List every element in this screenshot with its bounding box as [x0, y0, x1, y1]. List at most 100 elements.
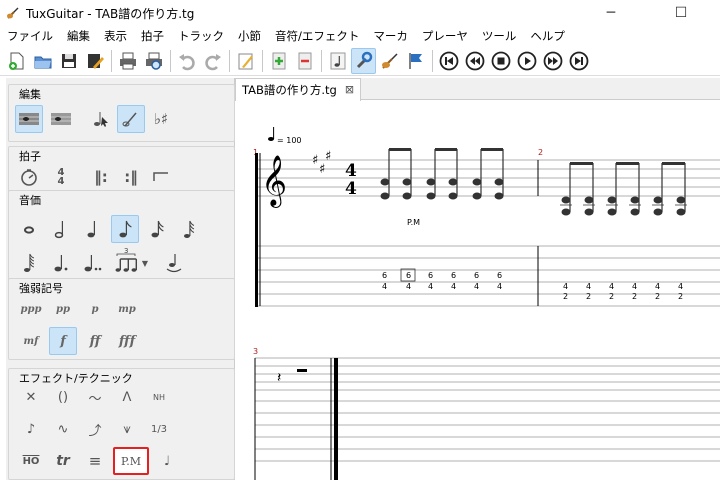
tab-number: 6 — [474, 271, 479, 280]
tab-document[interactable]: TAB譜の作り方.tg ⊠ — [235, 78, 362, 101]
tuplet-dropdown-icon[interactable]: 3 ▼ — [109, 247, 153, 277]
menu-marker[interactable]: マーカ — [366, 26, 415, 46]
quarter-note-icon[interactable] — [79, 215, 107, 243]
tab-number: 4 — [406, 282, 411, 291]
print-preview-icon[interactable] — [141, 48, 166, 74]
flat-sharp-icon[interactable]: ♭♯ — [147, 105, 175, 133]
menu-tools[interactable]: ツール — [475, 26, 524, 46]
next-icon[interactable] — [540, 48, 565, 74]
menu-player[interactable]: プレーヤ — [415, 26, 475, 46]
natural-harmonic-icon[interactable]: NH — [145, 383, 173, 411]
standard-staff-2 — [255, 357, 720, 391]
edit-pen-icon[interactable] — [117, 105, 145, 133]
menu-view[interactable]: 表示 — [97, 26, 134, 46]
select-note-icon[interactable] — [87, 105, 115, 133]
print-icon[interactable] — [115, 48, 140, 74]
edit-mode-icon[interactable] — [233, 48, 258, 74]
score-area[interactable]: = 100 1 2 3 𝄞 ♯ ♯ ♯ 4 4 P.M 6 6 6 6 6 6 … — [235, 101, 720, 480]
tab-number: 4 — [678, 282, 683, 291]
tab-number: 2 — [586, 292, 591, 301]
ghost-note-icon[interactable]: () — [49, 383, 77, 411]
new-file-icon[interactable] — [4, 48, 29, 74]
staccato-icon[interactable]: ♩ — [153, 447, 181, 475]
half-rest-icon — [297, 369, 307, 372]
tie-note-icon[interactable] — [159, 249, 187, 277]
edit-group-title: 編集 — [17, 86, 43, 102]
dynamic-ff[interactable]: ff — [81, 327, 109, 355]
dotted-note-icon[interactable] — [47, 249, 75, 277]
repeat-close-icon[interactable]: :‖ — [117, 163, 145, 191]
menu-composition[interactable]: 拍子 — [134, 26, 171, 46]
menu-track[interactable]: トラック — [171, 26, 231, 46]
score-sheet[interactable]: = 100 1 2 3 𝄞 ♯ ♯ ♯ 4 4 P.M 6 6 6 6 6 6 … — [235, 101, 720, 480]
tab-number: 2 — [678, 292, 683, 301]
note-mode-icon[interactable] — [325, 48, 350, 74]
repeat-open-icon[interactable]: ‖: — [87, 163, 115, 191]
palm-mute-button[interactable]: P.M — [113, 447, 149, 475]
measure-2-notes — [560, 162, 687, 216]
hammer-on-icon[interactable]: HO — [17, 447, 45, 475]
remove-measure-icon[interactable] — [292, 48, 317, 74]
menu-note-effects[interactable]: 音符/エフェクト — [268, 26, 366, 46]
dynamic-fff[interactable]: fff — [113, 327, 141, 355]
tempo-icon[interactable] — [15, 163, 43, 191]
thirty-second-note-icon[interactable] — [175, 215, 203, 243]
grace-note-icon[interactable]: ♪ — [17, 415, 45, 443]
dynamic-f[interactable]: f — [49, 327, 77, 355]
save-file-icon[interactable] — [56, 48, 81, 74]
tremolo-picking-icon[interactable]: ≡ — [81, 447, 109, 475]
dynamic-ppp[interactable]: ppp — [17, 295, 45, 323]
redo-icon[interactable] — [200, 48, 225, 74]
settings-icon[interactable] — [351, 47, 376, 74]
flag-icon[interactable] — [403, 48, 428, 74]
dead-note-icon[interactable]: ✕ — [17, 383, 45, 411]
toolbar-separator — [262, 49, 263, 72]
add-measure-icon[interactable] — [266, 48, 291, 74]
previous-icon[interactable] — [462, 48, 487, 74]
minimize-button[interactable]: ─ — [588, 0, 634, 26]
score-edit-icon[interactable] — [47, 105, 75, 133]
time-signature-icon[interactable]: 44 — [47, 163, 75, 191]
half-note-icon[interactable] — [47, 215, 75, 243]
trill-icon[interactable]: tr — [49, 447, 77, 475]
guitar-icon[interactable] — [377, 48, 402, 74]
bend-icon[interactable]: ⤴ — [81, 415, 109, 443]
tremolo-bar-icon[interactable]: ⩛ — [113, 415, 141, 443]
dynamic-p[interactable]: p — [81, 295, 109, 323]
time-sig-bottom: 4 — [345, 179, 357, 199]
menu-edit[interactable]: 編集 — [60, 26, 97, 46]
eighth-note-icon[interactable] — [111, 215, 139, 243]
accent-icon[interactable]: ᐱ — [113, 383, 141, 411]
open-file-icon[interactable] — [30, 48, 55, 74]
maximize-button[interactable]: ☐ — [658, 0, 704, 26]
dynamic-pp[interactable]: pp — [49, 295, 77, 323]
dynamic-mp[interactable]: mp — [113, 295, 141, 323]
whole-note-icon[interactable] — [15, 215, 43, 243]
last-icon[interactable] — [566, 48, 591, 74]
stop-icon[interactable] — [488, 48, 513, 74]
tab-number-selected[interactable]: 6 — [406, 271, 411, 280]
tab-edit-icon[interactable] — [15, 105, 43, 133]
tuplet-effect-icon[interactable]: 1/3 — [145, 415, 173, 443]
undo-icon[interactable] — [174, 48, 199, 74]
measure-1-notes — [380, 148, 504, 200]
double-dotted-note-icon[interactable] — [79, 249, 107, 277]
dynamic-mf[interactable]: mf — [17, 327, 45, 355]
tab-number: 4 — [586, 282, 591, 291]
slide-icon[interactable]: ∿ — [49, 415, 77, 443]
menu-file[interactable]: ファイル — [0, 26, 60, 46]
tab-number: 4 — [563, 282, 568, 291]
play-icon[interactable] — [514, 48, 539, 74]
tab-label: TAB譜の作り方.tg — [242, 83, 337, 97]
tab-number: 2 — [632, 292, 637, 301]
toolbar-separator — [321, 49, 322, 72]
vibrato-icon[interactable]: ～ — [81, 383, 109, 411]
edit-file-icon[interactable] — [82, 48, 107, 74]
repeat-alternative-icon[interactable] — [147, 163, 175, 191]
sixty-fourth-note-icon[interactable] — [15, 249, 43, 277]
close-tab-icon[interactable]: ⊠ — [345, 79, 354, 101]
menu-help[interactable]: ヘルプ — [523, 26, 572, 46]
sixteenth-note-icon[interactable] — [143, 215, 171, 243]
first-icon[interactable] — [436, 48, 461, 74]
menu-measure[interactable]: 小節 — [231, 26, 268, 46]
